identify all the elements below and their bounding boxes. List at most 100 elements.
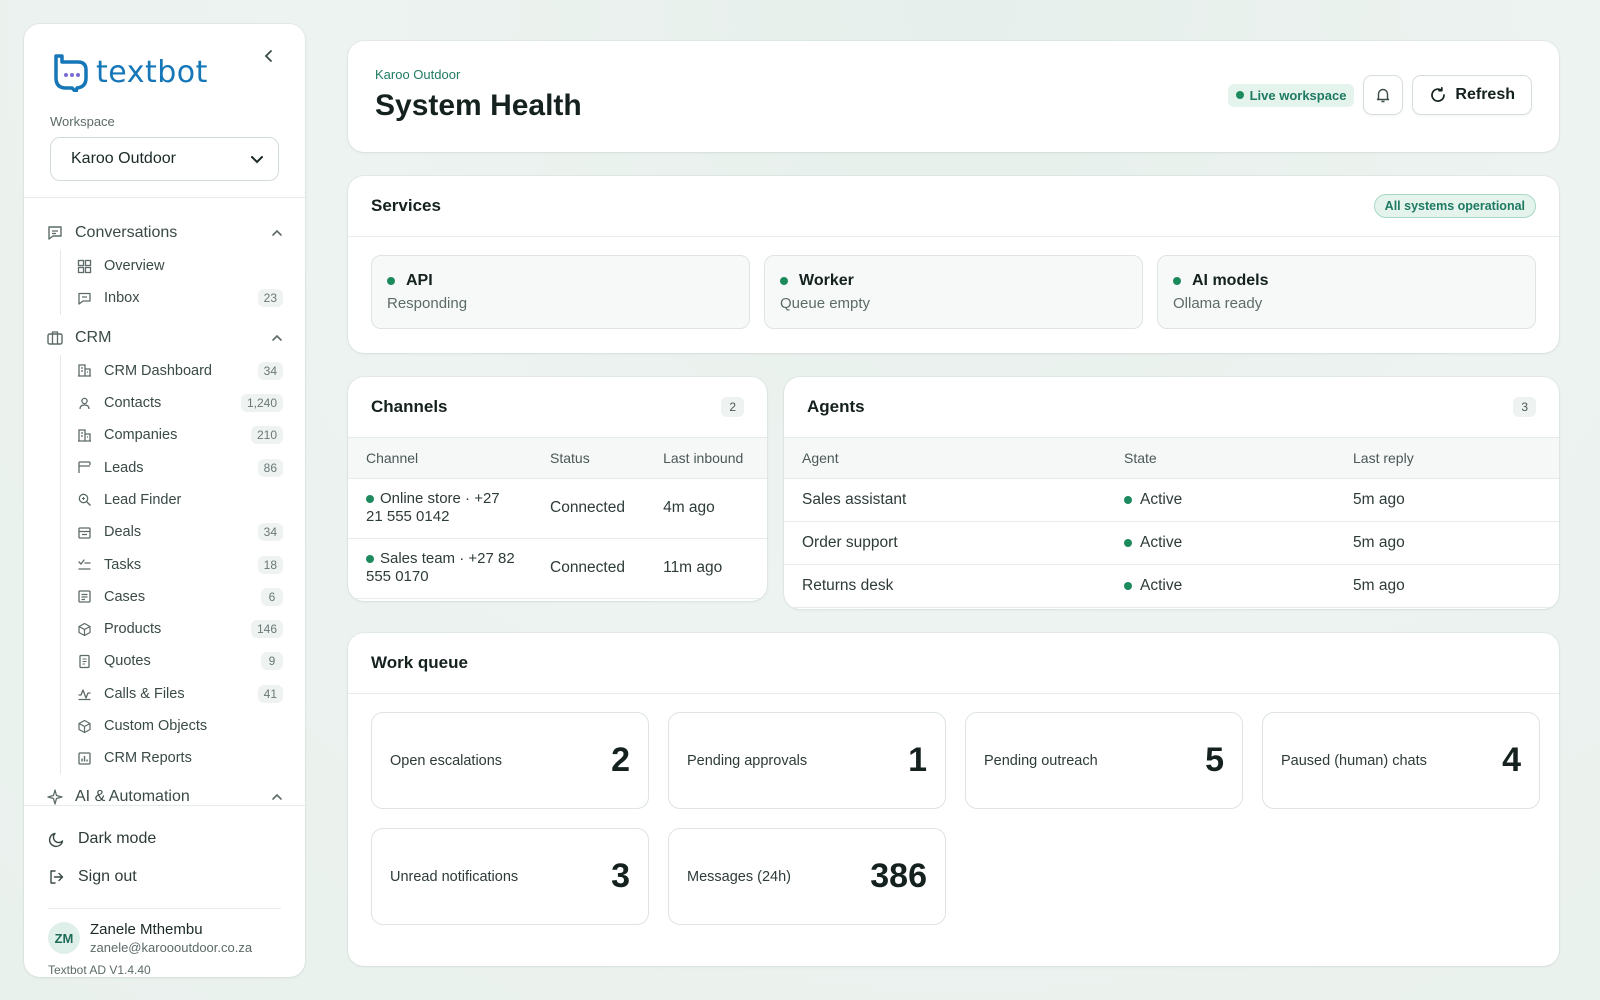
inbox-icon (78, 292, 91, 305)
queue-tile-messages-24h[interactable]: Messages (24h) 386 (668, 828, 946, 925)
queue-tile-value: 1 (908, 741, 927, 779)
nav-group-label: AI & Automation (75, 788, 190, 805)
dark-mode-toggle[interactable]: Dark mode (48, 820, 281, 858)
service-name: Worker (799, 272, 854, 289)
column-header: State (1106, 438, 1335, 479)
sidebar-item-label: Deals (104, 524, 142, 541)
agent-state: Active (1140, 576, 1183, 594)
nav-group-label: CRM (75, 328, 112, 346)
queue-tile-label: Paused (human) chats (1281, 752, 1427, 769)
queue-tile-pending-approvals[interactable]: Pending approvals 1 (668, 712, 946, 809)
count-badge: 3 (1513, 397, 1536, 417)
page-header: Karoo Outdoor System Health Live workspa… (348, 41, 1559, 152)
queue-tile-label: Unread notifications (390, 868, 519, 885)
sidebar-item-label: Overview (104, 258, 165, 275)
sidebar-header: textbot Workspace Karoo Outdoor (24, 24, 305, 198)
status-dot (1124, 581, 1132, 590)
work-queue-grid: Open escalations 2 Pending approvals 1 P… (348, 694, 1559, 943)
queue-tile-unread-notifications[interactable]: Unread notifications 3 (371, 828, 649, 925)
live-workspace-badge: Live workspace (1227, 83, 1355, 107)
table-row[interactable]: Sales assistant Active 5m ago (784, 478, 1559, 522)
sidebar-item-custom-objects[interactable]: Custom Objects (77, 710, 283, 742)
nav-group-conversations[interactable]: Conversations (46, 216, 283, 250)
sidebar-item-crm-reports[interactable]: CRM Reports (77, 742, 283, 774)
logo-wordmark: textbot (96, 54, 208, 90)
avatar: ZM (48, 922, 80, 954)
table-row[interactable]: Returns desk Active 5m ago (784, 564, 1559, 608)
sidebar-item-inbox[interactable]: Inbox 23 (77, 282, 283, 314)
bell-icon (1377, 88, 1390, 103)
count-badge: 146 (250, 620, 283, 639)
nav-group-ai-automation[interactable]: AI & Automation (46, 780, 283, 805)
sidebar-item-label: Leads (104, 459, 144, 476)
sidebar-item-label: Calls & Files (104, 685, 185, 702)
textbot-logo[interactable]: textbot (50, 50, 279, 94)
refresh-button[interactable]: Refresh (1412, 75, 1532, 115)
service-card-api: API Responding (371, 255, 750, 329)
queue-tile-paused-chats[interactable]: Paused (human) chats 4 (1262, 712, 1540, 809)
nav-group-crm[interactable]: CRM (46, 321, 283, 355)
services-grid: API Responding Worker Queue empty AI mod… (348, 237, 1559, 347)
status-dot (780, 277, 788, 285)
status-dot (1235, 91, 1244, 99)
section-title: Services (371, 196, 441, 215)
sidebar-item-label: Custom Objects (104, 718, 208, 734)
table-row[interactable]: Sales team · +27 82 555 0170 Connected 1… (348, 538, 767, 599)
box-icon (78, 622, 91, 636)
services-header: Services All systems operational (348, 176, 1559, 237)
status-dot (387, 277, 395, 285)
status-dot (1124, 538, 1132, 547)
status-dot (366, 555, 374, 563)
notifications-button[interactable] (1363, 75, 1404, 115)
contacts-icon (79, 397, 90, 409)
agent-state: Active (1140, 490, 1183, 508)
sidebar-item-tasks[interactable]: Tasks 18 (77, 548, 283, 580)
channel-last-inbound: 4m ago (659, 478, 767, 539)
queue-tile-label: Pending approvals (687, 752, 808, 769)
chart-icon (78, 752, 91, 765)
crm-submenu: CRM Dashboard 34 Contacts 1,240 Companie… (60, 354, 283, 775)
section-title: Work queue (371, 653, 468, 672)
status-badge: All systems operational (1373, 194, 1536, 218)
sidebar-item-contacts[interactable]: Contacts 1,240 (77, 387, 283, 419)
sidebar-item-crm-dashboard[interactable]: CRM Dashboard 34 (77, 355, 283, 387)
nav-group-label: Conversations (75, 224, 178, 241)
queue-tile-value: 2 (611, 741, 630, 779)
channels-header: Channels 2 (348, 377, 767, 438)
agent-name: Sales assistant (784, 478, 1106, 522)
service-status: Ollama ready (1173, 295, 1263, 312)
agent-last-reply: 5m ago (1335, 564, 1559, 608)
count-badge: 6 (261, 587, 283, 606)
queue-tile-pending-outreach[interactable]: Pending outreach 5 (965, 712, 1243, 809)
sidebar-item-companies[interactable]: Companies 210 (77, 419, 283, 451)
chevron-down-icon (251, 156, 263, 164)
table-row[interactable]: Online store · +27 21 555 0142 Connected… (348, 478, 767, 539)
sidebar-item-cases[interactable]: Cases 6 (77, 581, 283, 613)
chevron-left-icon (264, 50, 272, 62)
sidebar-item-lead-finder[interactable]: Lead Finder (77, 484, 283, 516)
box-icon (78, 719, 91, 733)
queue-tile-value: 5 (1205, 741, 1224, 779)
queue-tile-open-escalations[interactable]: Open escalations 2 (371, 712, 649, 809)
sidebar-footer: Dark mode Sign out ZM Zanele Mthembu zan… (24, 805, 305, 977)
sidebar-item-calls-files[interactable]: Calls & Files 41 (77, 678, 283, 710)
service-name: API (406, 272, 433, 289)
channels-table: Channel Status Last inbound Online store… (348, 438, 767, 599)
sidebar-item-products[interactable]: Products 146 (77, 613, 283, 645)
table-row[interactable]: Order support Active 5m ago (784, 521, 1559, 565)
sidebar-item-deals[interactable]: Deals 34 (77, 516, 283, 548)
search-icon (78, 494, 91, 507)
funnel-icon (78, 461, 91, 474)
sidebar-item-label: Companies (104, 427, 178, 444)
user-profile[interactable]: ZM Zanele Mthembu zanele@karoooutdoor.co… (48, 908, 281, 955)
sign-out-button[interactable]: Sign out (48, 858, 281, 896)
sidebar-item-overview[interactable]: Overview (77, 250, 283, 282)
document-icon (79, 654, 90, 669)
sidebar-item-label: Inbox (104, 290, 140, 307)
conversations-submenu: Overview Inbox 23 (60, 250, 283, 315)
sidebar-item-quotes[interactable]: Quotes 9 (77, 645, 283, 677)
workspace-select[interactable]: Karoo Outdoor (50, 137, 279, 181)
agents-panel: Agents 3 Agent State Last reply Sales as… (784, 377, 1559, 609)
collapse-sidebar-button[interactable] (257, 44, 281, 68)
sidebar-item-leads[interactable]: Leads 86 (77, 451, 283, 483)
